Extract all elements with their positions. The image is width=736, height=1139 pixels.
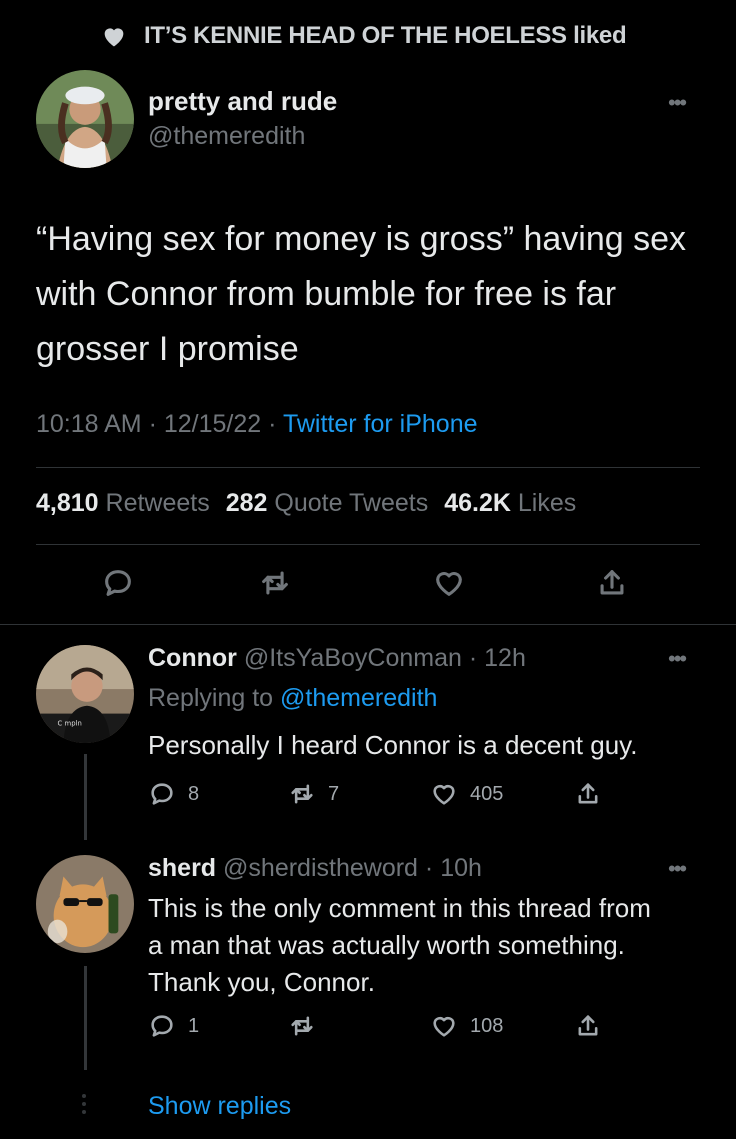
more-options-icon[interactable]: ••• — [668, 856, 687, 882]
likes-stat[interactable]: 46.2K Likes — [444, 489, 576, 518]
share-button[interactable] — [574, 1012, 602, 1040]
thread-line — [84, 966, 87, 1070]
replying-to-handle[interactable]: @themeredith — [280, 684, 437, 712]
thread-line — [84, 754, 87, 840]
retweets-stat[interactable]: 4,810 Retweets — [36, 489, 210, 518]
reply-button[interactable] — [101, 566, 135, 605]
divider — [36, 467, 700, 468]
reply-handle[interactable]: @sherdistheword — [223, 854, 418, 882]
heart-outline-icon — [433, 1016, 455, 1037]
reply-display-name[interactable]: Connor — [148, 644, 237, 672]
author-display-name[interactable]: pretty and rude — [148, 86, 337, 117]
meta-separator: · — [468, 644, 478, 672]
divider — [36, 544, 700, 545]
tweet-text: “Having sex for money is gross” having s… — [36, 220, 687, 368]
reply-avatar[interactable] — [36, 855, 134, 953]
retweet-icon — [262, 571, 288, 595]
reply-header: Connor @ItsYaBoyConman · 12h — [148, 644, 526, 673]
share-button[interactable] — [595, 566, 629, 605]
reply-handle[interactable]: @ItsYaBoyConman — [244, 644, 462, 672]
tweet-source[interactable]: Twitter for iPhone — [283, 410, 478, 438]
heart-icon — [104, 28, 124, 47]
retweet-icon — [291, 1016, 313, 1036]
meta-separator: · — [148, 410, 157, 438]
retweet-button[interactable]: 7 — [288, 780, 339, 808]
reply-button[interactable]: 1 — [148, 1012, 199, 1040]
reply-button[interactable]: 8 — [148, 780, 199, 808]
author-avatar[interactable] — [36, 70, 134, 168]
share-icon — [578, 1015, 598, 1036]
liked-banner: IT’S KENNIE HEAD OF THE HOELESS liked — [100, 22, 627, 50]
like-button[interactable]: 405 — [430, 780, 503, 808]
replying-to: Replying to @themeredith — [148, 684, 437, 713]
share-icon — [600, 570, 624, 595]
reply-display-name[interactable]: sherd — [148, 854, 216, 882]
reply-text: This is the only comment in this thread … — [148, 893, 651, 997]
retweet-icon — [291, 784, 313, 804]
retweet-count: 7 — [328, 782, 340, 805]
tweet-meta: 10:18 AM · 12/15/22 · Twitter for iPhone — [36, 410, 478, 439]
reply-count: 1 — [188, 1014, 200, 1037]
heart-outline-icon — [436, 571, 462, 596]
reply-text: Personally I heard Connor is a decent gu… — [148, 730, 638, 760]
retweet-button[interactable] — [258, 566, 292, 605]
replying-label: Replying to — [148, 684, 274, 712]
liked-text: IT’S KENNIE HEAD OF THE HOELESS liked — [144, 22, 627, 49]
meta-separator: · — [424, 854, 434, 882]
heart-outline-icon — [433, 784, 455, 805]
author-handle[interactable]: @themeredith — [148, 122, 305, 151]
divider — [0, 624, 736, 625]
reply-icon — [105, 570, 131, 596]
like-count: 405 — [470, 782, 504, 805]
reply-icon — [151, 1015, 173, 1037]
tweet-time: 10:18 AM — [36, 410, 142, 438]
meta-separator: · — [268, 410, 277, 438]
reply-time[interactable]: 10h — [440, 854, 482, 882]
like-button[interactable] — [432, 566, 466, 605]
reply-count: 8 — [188, 782, 200, 805]
share-icon — [578, 783, 598, 804]
svg-text:C mpln: C mpln — [58, 719, 82, 727]
quote-tweets-stat[interactable]: 282 Quote Tweets — [226, 489, 428, 518]
reply-time[interactable]: 12h — [484, 644, 526, 672]
reply-header: sherd @sherdistheword · 10h — [148, 854, 482, 883]
reply-avatar[interactable]: C mpln — [36, 645, 134, 743]
retweet-button[interactable] — [288, 1012, 328, 1040]
reply-icon — [151, 783, 173, 805]
like-count: 108 — [470, 1014, 504, 1037]
tweet-date: 12/15/22 — [163, 410, 262, 438]
like-button[interactable]: 108 — [430, 1012, 503, 1040]
share-button[interactable] — [574, 780, 602, 808]
show-replies-link[interactable]: Show replies — [148, 1092, 291, 1121]
tweet-stats: 4,810 Retweets 282 Quote Tweets 46.2K Li… — [36, 489, 576, 518]
more-options-icon[interactable]: ••• — [668, 646, 687, 672]
thread-more-dots-icon — [82, 1094, 88, 1114]
more-options-icon[interactable]: ••• — [668, 90, 687, 116]
